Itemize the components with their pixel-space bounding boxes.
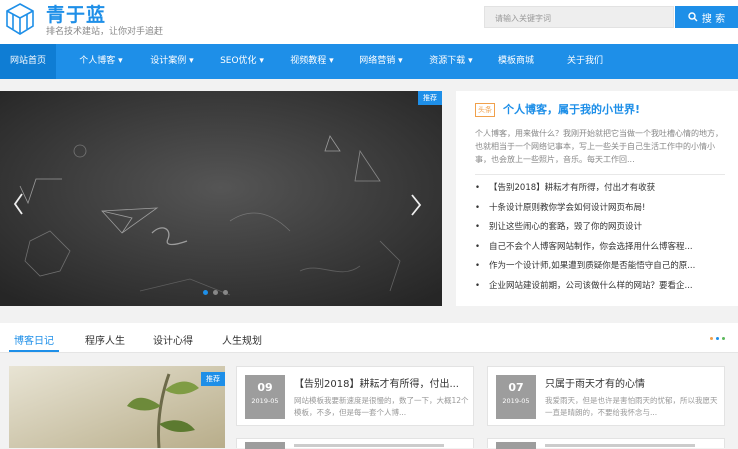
nav-item-seo[interactable]: SEO优化 ▾ (207, 44, 277, 79)
article-card-partial[interactable] (487, 438, 725, 449)
article-card-partial[interactable] (236, 438, 474, 449)
tab-programmer-life[interactable]: 程序人生 (85, 332, 125, 347)
header: 青于蓝 排名技术建站，让你对手追赶 请输入关键字词 搜 索 (0, 0, 738, 44)
headline-list-item[interactable]: 自己不会个人博客网站制作，你会选择用什么博客程... (475, 238, 733, 258)
slider-dot[interactable] (203, 290, 208, 295)
divider (475, 174, 725, 175)
category-tabs: 博客日记 程序人生 设计心得 人生规划 (0, 323, 738, 353)
main-nav: 网站首页 个人博客 ▾ 设计案例 ▾ SEO优化 ▾ 视频教程 ▾ 网络营销 ▾… (0, 44, 738, 79)
site-title[interactable]: 青于蓝 (46, 0, 106, 27)
site-slogan: 排名技术建站，让你对手追赶 (46, 27, 164, 37)
article-desc: 我爱雨天，但是也许是害怕雨天的忧郁，所以我愿天一直是晴朗的，不要给我怀念与... (545, 396, 718, 417)
search-button[interactable]: 搜 索 (675, 6, 738, 28)
color-dots (710, 337, 725, 340)
nav-item-template-store[interactable]: 模板商城 (485, 44, 547, 79)
article-card[interactable]: 07 2019-05 只属于雨天才有的心情 我爱雨天，但是也许是害怕雨天的忧郁，… (487, 366, 725, 426)
date-block: 09 2019-05 (245, 375, 285, 419)
slider-dots (203, 290, 228, 295)
tab-life-planning[interactable]: 人生规划 (222, 332, 262, 347)
nav-item-design-cases[interactable]: 设计案例 ▾ (137, 44, 207, 79)
nav-item-personal-blog[interactable]: 个人博客 ▾ (66, 44, 136, 79)
plant-image (9, 366, 225, 448)
date-block: 07 2019-05 (496, 375, 536, 419)
article-title[interactable]: 【告别2018】耕耘才有所得，付出... (294, 375, 470, 390)
nav-item-video-tutorials[interactable]: 视频教程 ▾ (277, 44, 347, 79)
banner-slider[interactable]: 推荐 (0, 91, 442, 306)
article-desc: 网站模板我要新速度是很慢的，数了一下，大概12个模板，不多，但是每一套个人博..… (294, 396, 469, 417)
headline-list-item[interactable]: 企业网站建设前期，公司该做什么样的网站？要看企... (475, 277, 733, 297)
headline-tag: 头条 (475, 103, 495, 117)
recommend-badge: 推荐 (418, 91, 442, 105)
article-card[interactable]: 09 2019-05 【告别2018】耕耘才有所得，付出... 网站模板我要新速… (236, 366, 474, 426)
headline-panel: 头条 个人博客，属于我的小世界! 个人博客，用来做什么？我刚开始就把它当做一个我… (456, 91, 738, 306)
slider-next-arrow-icon[interactable] (404, 189, 426, 219)
slider-dot[interactable] (213, 290, 218, 295)
headline-list-item[interactable]: 别让这些闹心的套路，毁了你的网页设计 (475, 218, 733, 238)
tab-blog-diary[interactable]: 博客日记 (14, 332, 54, 347)
headline-list-item[interactable]: 【告别2018】耕耘才有所得，付出才有收获 (475, 179, 733, 199)
search-icon (688, 12, 698, 22)
slider-dot[interactable] (223, 290, 228, 295)
headline-list: 【告别2018】耕耘才有所得，付出才有收获 十条设计原则教你学会如何设计网页布局… (475, 179, 733, 296)
slider-prev-arrow-icon[interactable] (8, 189, 30, 219)
headline-list-item[interactable]: 作为一个设计师,如果遭到质疑你是否能悟守自己的原... (475, 257, 733, 277)
nav-item-home[interactable]: 网站首页 (0, 44, 56, 79)
headline-title[interactable]: 个人博客，属于我的小世界! (503, 101, 640, 117)
recommend-badge: 推荐 (201, 372, 225, 386)
article-thumbnail[interactable]: 推荐 (9, 366, 225, 448)
nav-item-downloads[interactable]: 资源下载 ▾ (416, 44, 486, 79)
headline-list-item[interactable]: 十条设计原则教你学会如何设计网页布局! (475, 199, 733, 219)
search-button-label: 搜 索 (701, 13, 726, 25)
nav-item-marketing[interactable]: 网络营销 ▾ (346, 44, 416, 79)
active-tab-indicator (9, 350, 59, 352)
headline-desc: 个人博客，用来做什么？我刚开始就把它当做一个我吐槽心情的地方，也就相当于一个网络… (475, 129, 723, 164)
logo-cube-icon[interactable] (2, 1, 38, 37)
chalkboard-image (0, 91, 442, 306)
tab-design-notes[interactable]: 设计心得 (153, 332, 193, 347)
article-title[interactable]: 只属于雨天才有的心情 (545, 375, 721, 390)
search-input[interactable]: 请输入关键字词 (484, 6, 674, 28)
nav-item-about[interactable]: 关于我们 (554, 44, 616, 79)
